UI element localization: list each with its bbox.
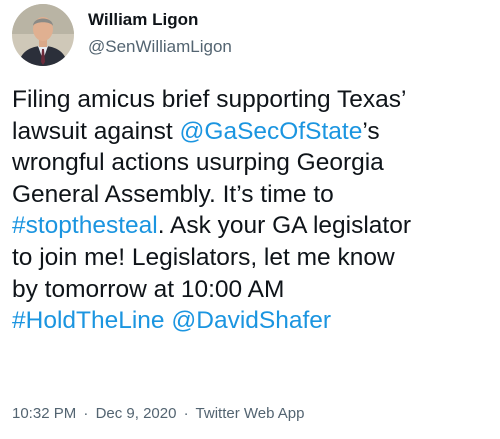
hashtag-link-holdtheline[interactable]: #HoldTheLine — [12, 307, 165, 334]
tweet-text: Filing amicus brief supporting Texas’ la… — [12, 84, 498, 337]
avatar[interactable] — [12, 4, 74, 66]
tweet: William Ligon @SenWilliamLigon Filing am… — [0, 0, 500, 439]
text-segment: ’s — [362, 117, 380, 145]
separator: · — [83, 405, 89, 422]
mention-link-davidshafer[interactable]: @DavidShafer — [171, 307, 331, 334]
tweet-meta: 10:32 PM · Dec 9, 2020 · Twitter Web App — [12, 405, 304, 422]
tweet-time[interactable]: 10:32 PM — [12, 405, 76, 422]
tweet-source[interactable]: Twitter Web App — [196, 405, 305, 422]
text-segment: . Ask your GA legislator — [157, 212, 412, 240]
tweet-date[interactable]: Dec 9, 2020 — [96, 405, 177, 422]
profile-photo-icon — [12, 4, 74, 66]
tweet-line: wrongful actions usurping Georgia — [12, 149, 384, 177]
hashtag-link-stopthesteal[interactable]: #stopthesteal — [12, 212, 158, 239]
author-handle[interactable]: @SenWilliamLigon — [88, 37, 232, 57]
tweet-line: #stopthesteal. Ask your GA legislator — [12, 210, 498, 242]
author-name[interactable]: William Ligon — [88, 10, 198, 30]
tweet-line: to join me! Legislators, let me know — [12, 243, 395, 271]
tweet-line: General Assembly. It’s time to — [12, 180, 334, 208]
separator: · — [183, 405, 189, 422]
tweet-line: #HoldTheLine @DavidShafer — [12, 305, 498, 337]
tweet-line: by tomorrow at 10:00 AM — [12, 275, 285, 303]
tweet-line: Filing amicus brief supporting Texas’ — [12, 86, 407, 113]
mention-link-gasecofstate[interactable]: @GaSecOfState — [180, 118, 363, 145]
tweet-line: lawsuit against @GaSecOfState’s — [12, 116, 498, 148]
text-segment: lawsuit against — [12, 117, 180, 145]
